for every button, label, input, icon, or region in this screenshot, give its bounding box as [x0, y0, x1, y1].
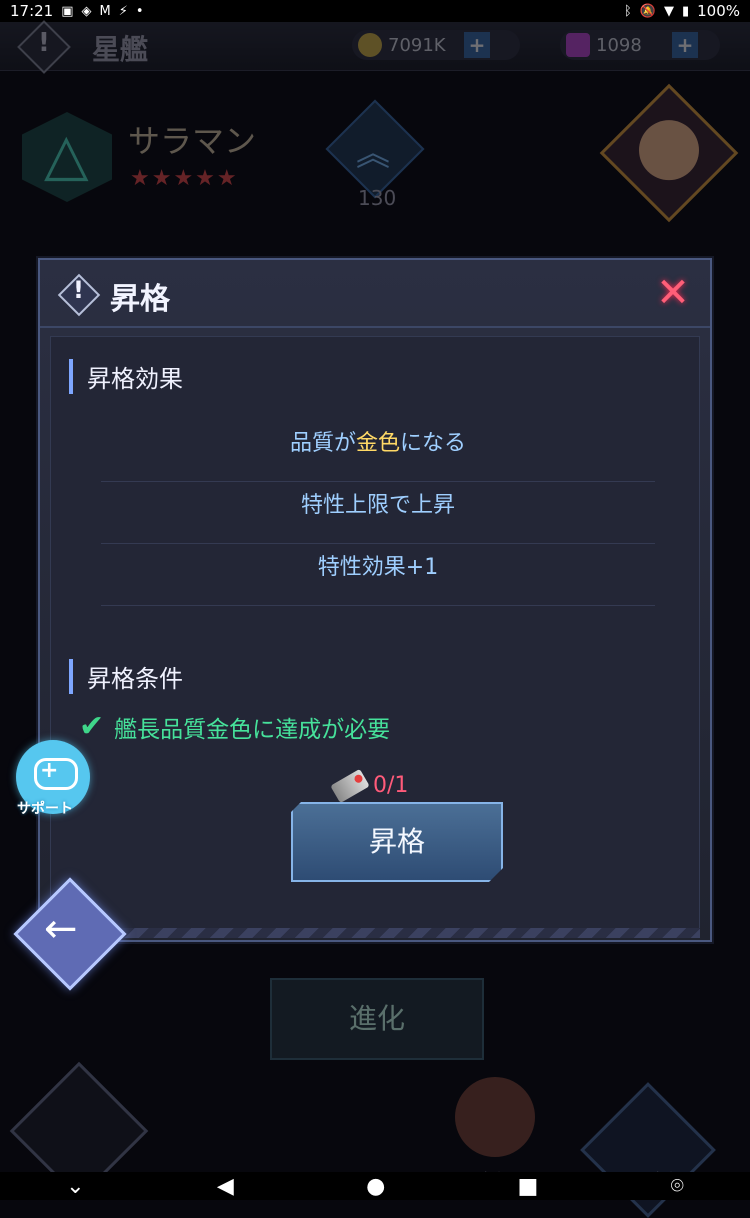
back-triangle-icon[interactable]: ◀	[217, 1174, 234, 1199]
clock: 17:21	[10, 2, 54, 20]
ship-name: サラマン	[128, 122, 257, 160]
ascend-button[interactable]: 昇格	[291, 802, 503, 882]
close-button[interactable]: ✕	[652, 272, 694, 314]
top-bar: ! 星艦 7091K + 1098 +	[0, 20, 750, 74]
flash-icon: ⚡	[118, 3, 128, 19]
chevron-down-icon[interactable]: ⌄	[66, 1174, 84, 1199]
star-rating: ★★★★★	[130, 166, 239, 191]
cost-value: 0/1	[373, 773, 409, 798]
system-nav-bar: ⌄ ◀ ● ■ ⌾	[0, 1172, 750, 1200]
condition-text: 艦長品質金色に達成が必要	[114, 716, 391, 743]
app-icon: ◈	[81, 3, 92, 19]
effect-item: 特性効果+1	[101, 545, 655, 606]
dialog-header: ! 昇格 ✕	[40, 260, 710, 328]
battery-icon: ▮	[681, 3, 690, 19]
add-gold-button[interactable]: +	[464, 32, 490, 58]
portrait-face	[639, 120, 699, 181]
dialog-body: 昇格効果 品質が金色になる 特性上限で上昇 特性効果+1 昇格条件 ✔ 艦長品質…	[50, 336, 700, 930]
add-gem-button[interactable]: +	[672, 32, 698, 58]
recents-square-icon[interactable]: ■	[518, 1174, 539, 1199]
page-title: 星艦	[92, 33, 149, 66]
class-badge: △	[22, 112, 112, 202]
cost-display: 0/1	[330, 768, 409, 803]
gem-icon	[566, 33, 590, 57]
image-icon: ▣	[61, 3, 74, 19]
effects-section-title: 昇格効果	[69, 359, 183, 394]
effect-text-suffix: になる	[400, 431, 467, 456]
mute-icon: 🔕	[639, 3, 656, 19]
gmail-icon: M	[99, 3, 111, 19]
bluetooth-icon: ᛒ	[623, 3, 632, 19]
gold-coin-icon	[358, 33, 382, 57]
captain-tab-avatar[interactable]	[455, 1077, 535, 1157]
conditions-section-title: 昇格条件	[69, 659, 183, 694]
captain-portrait[interactable]	[599, 83, 739, 223]
evolve-button[interactable]: 進化	[270, 978, 484, 1060]
effect-item: 特性上限で上昇	[101, 483, 655, 544]
ship-info: △ サラマン ★★★★★ ︽ 130	[0, 83, 750, 254]
gem-resource: 1098 +	[560, 30, 720, 60]
dialog-title: 昇格	[110, 282, 170, 317]
panel-stripe	[50, 928, 700, 938]
support-label[interactable]: サポート	[17, 798, 73, 818]
arrow-left-icon[interactable]: ←	[44, 906, 78, 952]
screenshot-icon[interactable]: ⌾	[671, 1174, 684, 1199]
effect-text-prefix: 品質が	[289, 431, 356, 456]
status-bar: 17:21 ▣ ◈ M ⚡ • ᛒ 🔕 ▼ ▮ 100%	[0, 0, 750, 22]
condition-item: ✔ 艦長品質金色に達成が必要	[79, 709, 390, 744]
chevron-up-icon: ︽	[356, 134, 390, 174]
effect-item: 品質が金色になる	[101, 421, 655, 482]
alert-mark: !	[38, 28, 50, 58]
exclamation-icon: !	[73, 276, 84, 304]
dot-icon: •	[135, 3, 144, 19]
rank-level: 130	[358, 186, 397, 210]
gamepad-plus-icon: +	[40, 758, 59, 783]
ascension-dialog: ! 昇格 ✕ 昇格効果 品質が金色になる 特性上限で上昇 特性効果+1 昇格条件…	[38, 258, 712, 942]
gold-value: 7091K	[388, 34, 446, 56]
gem-value: 1098	[596, 34, 642, 56]
gold-resource: 7091K +	[352, 30, 520, 60]
checkmark-icon: ✔	[79, 709, 105, 744]
home-circle-icon[interactable]: ●	[366, 1174, 385, 1199]
ship-part-icon	[330, 768, 370, 803]
triangle-icon: △	[44, 120, 89, 188]
battery-percent: 100%	[697, 2, 740, 20]
wifi-icon: ▼	[663, 3, 674, 19]
effect-text-highlight: 金色	[355, 431, 400, 456]
